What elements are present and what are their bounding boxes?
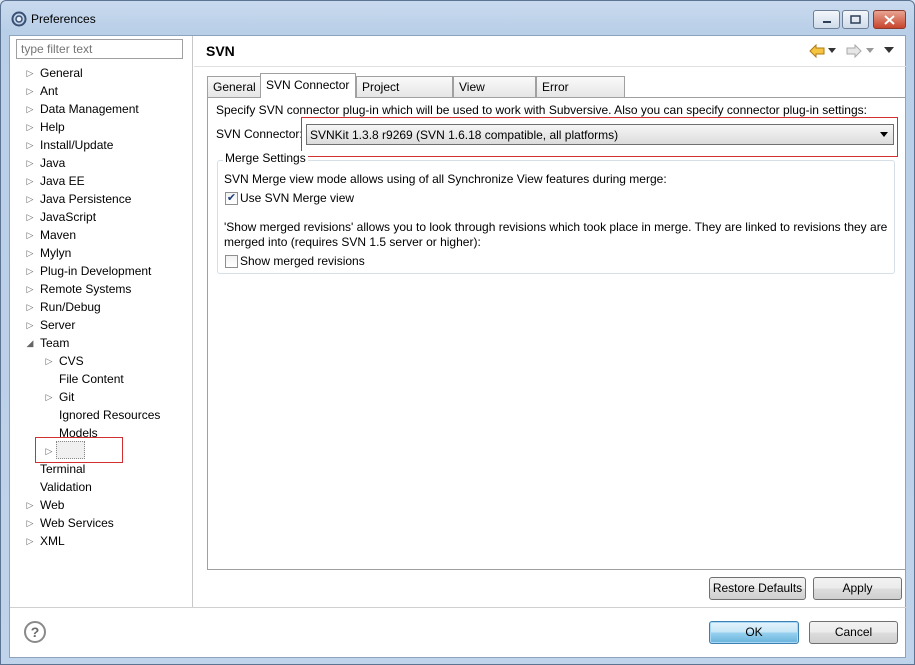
collapsed-arrow-icon[interactable]: ▷	[44, 352, 54, 370]
collapsed-arrow-icon[interactable]: ▷	[25, 532, 35, 550]
tab-error-reporting[interactable]: Error Reporting	[536, 76, 625, 114]
expanded-arrow-icon[interactable]: ◢	[25, 334, 35, 352]
connector-label: SVN Connector:	[216, 127, 303, 141]
tree-item-label: Team	[40, 336, 70, 350]
tree-item-label: Web Services	[40, 516, 114, 530]
tab-view-settings[interactable]: View Settings	[453, 76, 536, 114]
back-arrow-icon[interactable]	[809, 44, 825, 58]
tree-item-label: Java EE	[40, 174, 85, 188]
tab-label: SVN Connector	[266, 78, 350, 92]
collapsed-arrow-icon[interactable]: ▷	[25, 244, 35, 262]
collapsed-arrow-icon[interactable]: ▷	[25, 298, 35, 316]
maximize-button[interactable]	[842, 10, 869, 29]
forward-arrow-icon[interactable]	[846, 44, 862, 58]
collapsed-arrow-icon[interactable]: ▷	[25, 262, 35, 280]
connector-highlight-box	[301, 117, 898, 157]
minimize-button[interactable]	[813, 10, 840, 29]
tree-item-label: Remote Systems	[40, 282, 132, 296]
minimize-icon	[822, 20, 831, 23]
merged-revisions-description-line2: merged into (requires SVN 1.5 server or …	[224, 235, 481, 249]
collapsed-arrow-icon[interactable]: ▷	[25, 100, 35, 118]
collapsed-arrow-icon[interactable]: ▷	[25, 64, 35, 82]
tree-item-label: Git	[59, 390, 75, 404]
tree-item-label: Help	[40, 120, 65, 134]
merge-view-description: SVN Merge view mode allows using of all …	[224, 172, 667, 186]
collapsed-arrow-icon[interactable]: ▷	[25, 172, 35, 190]
tree-item-label: Ignored Resources	[59, 408, 161, 422]
tree-item-label: XML	[40, 534, 65, 548]
tree-item-label: Maven	[40, 228, 77, 242]
tree-item-label: Java	[40, 156, 66, 170]
merge-settings-legend: Merge Settings	[223, 151, 308, 165]
show-merged-revisions-label[interactable]: Show merged revisions	[240, 254, 365, 268]
tree-item-label: CVS	[59, 354, 84, 368]
ok-button[interactable]: OK	[709, 621, 799, 644]
forward-menu-icon[interactable]	[866, 48, 875, 62]
back-menu-icon[interactable]	[828, 48, 837, 62]
close-button[interactable]	[873, 10, 906, 29]
tree-item-label: General	[40, 66, 83, 80]
tab-project-structure[interactable]: Project structure	[356, 76, 453, 114]
tree-item-label: Plug-in Development	[40, 264, 152, 278]
collapsed-arrow-icon[interactable]: ▷	[25, 118, 35, 136]
tree-item-label: Web	[40, 498, 65, 512]
restore-defaults-button[interactable]: Restore Defaults	[709, 577, 806, 600]
collapsed-arrow-icon[interactable]: ▷	[25, 280, 35, 298]
preferences-window: Preferences ▷ General ▷ Ant ▷ Data Management…	[0, 0, 915, 665]
help-icon[interactable]: ?	[24, 621, 46, 643]
collapsed-arrow-icon[interactable]: ▷	[25, 514, 35, 532]
collapsed-arrow-icon[interactable]: ▷	[25, 208, 35, 226]
tab-svn-connector[interactable]: SVN Connector	[260, 73, 356, 98]
use-svn-merge-view-checkbox[interactable]: ✔	[225, 192, 238, 205]
tree-item-label: File Content	[59, 372, 124, 386]
tree-item-label: Data Management	[40, 102, 139, 116]
apply-button[interactable]: Apply	[813, 577, 902, 600]
collapsed-arrow-icon[interactable]: ▷	[25, 316, 35, 334]
collapsed-arrow-icon[interactable]: ▷	[25, 154, 35, 172]
collapsed-arrow-icon[interactable]: ▷	[25, 226, 35, 244]
collapsed-arrow-icon[interactable]: ▷	[25, 496, 35, 514]
collapsed-arrow-icon[interactable]: ▷	[44, 388, 54, 406]
tree-item-label: Install/Update	[40, 138, 114, 152]
tree-item-label: Java Persistence	[40, 192, 132, 206]
page-title: SVN	[206, 43, 235, 59]
dialog-client-area: ▷ General ▷ Ant ▷ Data Management ▷ Help ▷ Instal…	[9, 35, 907, 658]
use-svn-merge-view-label[interactable]: Use SVN Merge view	[240, 191, 354, 205]
show-merged-revisions-checkbox[interactable]	[225, 255, 238, 268]
tree-item-label: JavaScript	[40, 210, 97, 224]
tree-item-label: Ant	[40, 84, 59, 98]
collapsed-arrow-icon[interactable]: ▷	[25, 190, 35, 208]
connector-description: Specify SVN connector plug-in which will…	[216, 103, 867, 117]
view-menu-icon[interactable]	[884, 47, 895, 61]
button-bar-separator	[10, 607, 907, 608]
preference-tree-panel: ▷ General ▷ Ant ▷ Data Management ▷ Help ▷ Instal…	[10, 36, 193, 607]
header-separator	[194, 66, 906, 67]
window-title: Preferences	[31, 12, 96, 26]
tree-item-label: Server	[40, 318, 76, 332]
tab-label: General	[213, 80, 256, 94]
title-bar: Preferences	[1, 1, 914, 35]
filter-input[interactable]	[16, 39, 183, 59]
eclipse-gear-icon	[11, 11, 27, 27]
maximize-icon	[850, 15, 861, 24]
tree-item-label: Run/Debug	[40, 300, 101, 314]
close-icon	[884, 14, 895, 25]
tab-general[interactable]: General	[207, 76, 261, 97]
cancel-button[interactable]: Cancel	[809, 621, 898, 644]
tree-item-label: Mylyn	[40, 246, 72, 260]
tree-item-label: Validation	[40, 480, 92, 494]
svn-highlight-box	[35, 437, 123, 463]
collapsed-arrow-icon[interactable]: ▷	[25, 82, 35, 100]
merged-revisions-description-line1: 'Show merged revisions' allows you to lo…	[224, 220, 888, 234]
collapsed-arrow-icon[interactable]: ▷	[25, 136, 35, 154]
